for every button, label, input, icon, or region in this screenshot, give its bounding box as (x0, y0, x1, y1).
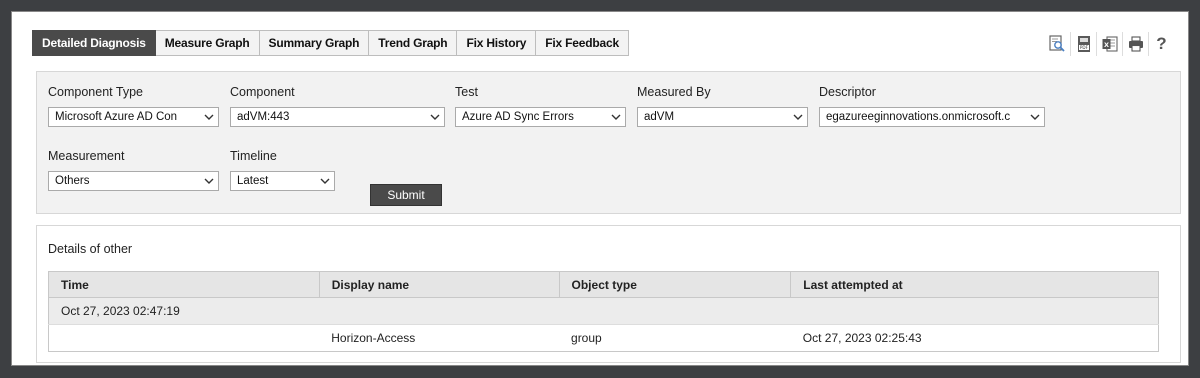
print-icon[interactable] (1122, 32, 1148, 56)
component-type-label: Component Type (48, 85, 143, 99)
descriptor-select[interactable]: egazureeginnovations.onmicrosoft.c (819, 107, 1045, 127)
measurement-value: Others (55, 175, 90, 187)
measurement-select[interactable]: Others (48, 171, 219, 191)
tab-fix-history[interactable]: Fix History (457, 30, 537, 56)
chevron-down-icon (316, 178, 334, 184)
cell-last-attempted: Oct 27, 2023 02:25:43 (790, 324, 1159, 352)
test-select[interactable]: Azure AD Sync Errors (455, 107, 626, 127)
descriptor-value: egazureeginnovations.onmicrosoft.c (826, 111, 1011, 123)
group-time: Oct 27, 2023 02:47:19 (48, 297, 1159, 325)
table-header-row: Time Display name Object type Last attem… (48, 271, 1159, 298)
filter-panel: Component Type Microsoft Azure AD Con Co… (36, 71, 1181, 214)
component-label: Component (230, 85, 295, 99)
details-title: Details of other (48, 242, 133, 256)
tab-bar: Detailed Diagnosis Measure Graph Summary… (32, 30, 629, 56)
measured-by-select[interactable]: adVM (637, 107, 808, 127)
chevron-down-icon (200, 178, 218, 184)
toolbar: PDF X ? (1044, 32, 1174, 56)
chevron-down-icon (607, 114, 625, 120)
component-type-value: Microsoft Azure AD Con (55, 111, 178, 123)
pdf-icon[interactable]: PDF (1070, 32, 1096, 56)
component-type-select[interactable]: Microsoft Azure AD Con (48, 107, 219, 127)
measurement-label: Measurement (48, 149, 125, 163)
cell-display-name: Horizon-Access (319, 324, 560, 352)
chevron-down-icon (200, 114, 218, 120)
tab-measure-graph[interactable]: Measure Graph (155, 30, 260, 56)
svg-text:X: X (1103, 41, 1108, 49)
tab-fix-feedback[interactable]: Fix Feedback (536, 30, 629, 56)
measured-by-value: adVM (644, 111, 675, 123)
cell-object-type: group (559, 324, 791, 352)
component-value: adVM:443 (237, 111, 290, 123)
descriptor-label: Descriptor (819, 85, 876, 99)
timeline-value: Latest (237, 175, 269, 187)
details-table: Time Display name Object type Last attem… (48, 271, 1159, 352)
column-header-last-attempted[interactable]: Last attempted at (790, 271, 1159, 298)
help-icon[interactable]: ? (1148, 32, 1174, 56)
timeline-label: Timeline (230, 149, 277, 163)
tab-summary-graph[interactable]: Summary Graph (259, 30, 370, 56)
timeline-select[interactable]: Latest (230, 171, 335, 191)
test-value: Azure AD Sync Errors (462, 111, 574, 123)
column-header-time[interactable]: Time (48, 271, 320, 298)
measured-by-label: Measured By (637, 85, 711, 99)
table-row: Horizon-Access group Oct 27, 2023 02:25:… (48, 324, 1159, 352)
chevron-down-icon (789, 114, 807, 120)
group-row: Oct 27, 2023 02:47:19 (48, 297, 1159, 325)
component-select[interactable]: adVM:443 (230, 107, 445, 127)
svg-text:PDF: PDF (1079, 45, 1088, 50)
tab-trend-graph[interactable]: Trend Graph (369, 30, 458, 56)
submit-button[interactable]: Submit (370, 184, 442, 206)
chevron-down-icon (426, 114, 444, 120)
diagnosis-window: Detailed Diagnosis Measure Graph Summary… (11, 11, 1189, 366)
search-report-icon[interactable] (1044, 32, 1070, 56)
cell-time (48, 324, 320, 352)
chevron-down-icon (1026, 114, 1044, 120)
column-header-object-type[interactable]: Object type (558, 271, 792, 298)
column-header-display-name[interactable]: Display name (318, 271, 560, 298)
tab-detailed-diagnosis[interactable]: Detailed Diagnosis (32, 30, 156, 56)
details-panel: Details of other Time Display name Objec… (36, 225, 1181, 363)
excel-icon[interactable]: X (1096, 32, 1122, 56)
test-label: Test (455, 85, 478, 99)
